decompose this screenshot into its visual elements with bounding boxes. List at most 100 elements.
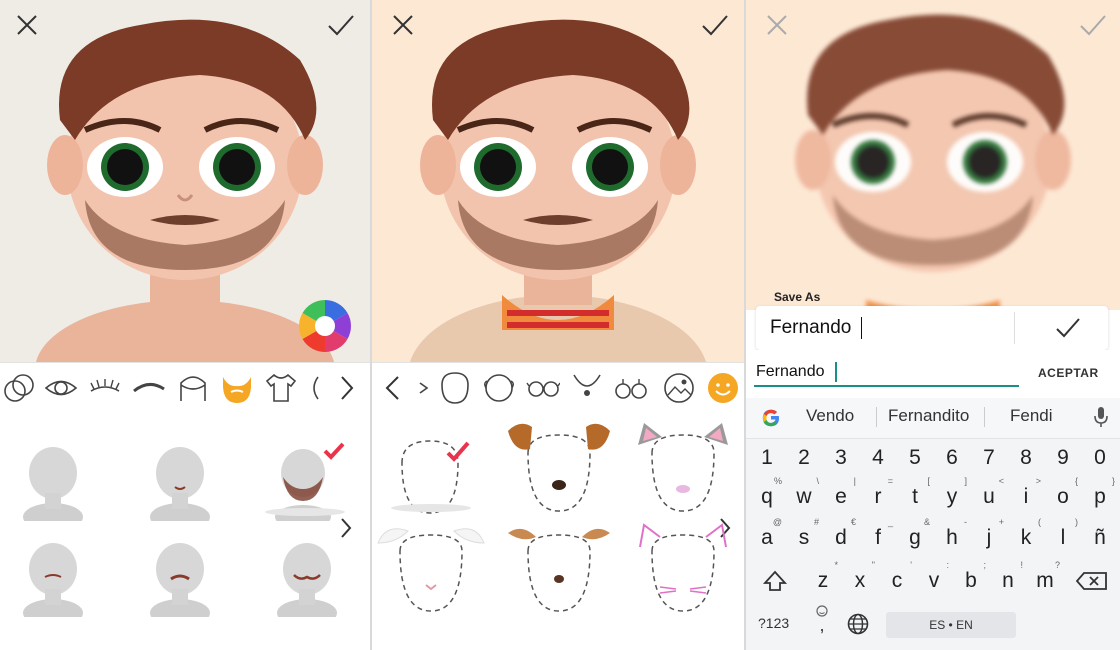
checkmark-icon[interactable] bbox=[326, 10, 356, 40]
key-alt: \ bbox=[816, 476, 819, 486]
eye-icon[interactable] bbox=[44, 371, 78, 405]
key-u[interactable]: u < bbox=[972, 476, 1006, 514]
shift-icon[interactable] bbox=[754, 564, 796, 598]
suggestion-1[interactable]: Vendo bbox=[806, 406, 854, 426]
beard-option-goatee[interactable] bbox=[145, 441, 215, 521]
close-icon[interactable] bbox=[12, 10, 42, 40]
key-z[interactable]: z * bbox=[806, 560, 840, 598]
key-y[interactable]: y] bbox=[935, 476, 969, 514]
key-e[interactable]: e | bbox=[824, 476, 858, 514]
glasses-icon[interactable] bbox=[526, 371, 560, 405]
key-f[interactable]: f _ bbox=[861, 517, 895, 555]
necklace-icon[interactable] bbox=[570, 371, 604, 405]
key-4[interactable]: 4 bbox=[861, 441, 895, 475]
key-x[interactable]: x " bbox=[843, 560, 877, 598]
key-n-tilde[interactable]: ñ bbox=[1083, 521, 1117, 555]
face-shape-icon[interactable] bbox=[438, 371, 472, 405]
checkmark-icon[interactable] bbox=[1054, 315, 1082, 341]
key-2[interactable]: 2 bbox=[787, 441, 821, 475]
suggestion-3[interactable]: Fendi bbox=[1010, 406, 1053, 426]
save-as-dialog: Fernando bbox=[756, 306, 1108, 350]
shirt-icon[interactable] bbox=[264, 371, 298, 405]
save-as-panel: Save As Fernando Fernando ACEPTAR Vendo … bbox=[746, 0, 1120, 650]
filter-option-bunny[interactable] bbox=[376, 521, 486, 621]
key-j[interactable]: j + bbox=[972, 517, 1006, 555]
key-alt: ' bbox=[910, 560, 912, 570]
beard-icon[interactable] bbox=[220, 371, 254, 405]
key-alt: _ bbox=[887, 517, 893, 527]
key-v[interactable]: v: bbox=[917, 560, 951, 598]
beard-option-none[interactable] bbox=[18, 441, 88, 521]
key-m[interactable]: m? bbox=[1028, 560, 1062, 598]
accept-button[interactable]: ACEPTAR bbox=[1038, 366, 1099, 380]
key-alt: ) bbox=[1075, 517, 1078, 527]
beard-option-mustache-thin[interactable] bbox=[18, 537, 88, 617]
spacebar[interactable]: ES • EN bbox=[886, 612, 1016, 638]
key-w[interactable]: w \ bbox=[787, 476, 821, 514]
ears-icon[interactable] bbox=[482, 371, 516, 405]
key-alt: > bbox=[1035, 476, 1041, 486]
key-5[interactable]: 5 bbox=[898, 441, 932, 475]
key-i[interactable]: i > bbox=[1009, 476, 1043, 514]
checkmark-icon[interactable] bbox=[1078, 10, 1108, 40]
beard-option-mustache[interactable] bbox=[145, 537, 215, 617]
key-6[interactable]: 6 bbox=[935, 441, 969, 475]
skin-tone-icon[interactable] bbox=[2, 371, 36, 405]
save-as-label: Save As bbox=[774, 290, 821, 304]
face-filter-icon[interactable] bbox=[706, 371, 740, 405]
text-input-value[interactable]: Fernando bbox=[756, 363, 825, 381]
key-d[interactable]: d € bbox=[824, 517, 858, 555]
key-3[interactable]: 3 bbox=[824, 441, 858, 475]
color-wheel-icon[interactable] bbox=[297, 298, 353, 354]
input-underline bbox=[754, 385, 1019, 387]
save-as-name-field[interactable]: Fernando bbox=[770, 317, 851, 339]
filter-option-dog[interactable] bbox=[504, 419, 614, 519]
google-icon[interactable] bbox=[760, 407, 782, 429]
key-1[interactable]: 1 bbox=[750, 441, 784, 475]
filter-option-deer[interactable] bbox=[504, 521, 614, 621]
key-k[interactable]: k( bbox=[1009, 517, 1043, 555]
hair-icon[interactable] bbox=[176, 371, 210, 405]
key-7[interactable]: 7 bbox=[972, 441, 1006, 475]
key-s[interactable]: s # bbox=[787, 517, 821, 555]
beard-option-handlebar[interactable] bbox=[272, 537, 342, 617]
key-o[interactable]: o{ bbox=[1046, 476, 1080, 514]
key-0[interactable]: 0 bbox=[1083, 441, 1117, 475]
filter-option-cat-outline[interactable] bbox=[628, 521, 738, 621]
key-alt: & bbox=[923, 517, 930, 527]
key-q[interactable]: q% bbox=[750, 476, 784, 514]
chevron-left-icon[interactable] bbox=[380, 371, 404, 405]
background-image-icon[interactable] bbox=[662, 371, 696, 405]
key-n[interactable]: n! bbox=[991, 560, 1025, 598]
close-icon[interactable] bbox=[762, 10, 792, 40]
key-a[interactable]: a @ bbox=[750, 517, 784, 555]
key-r[interactable]: r = bbox=[861, 476, 895, 514]
key-alt: : bbox=[946, 560, 949, 570]
key-label: o bbox=[1057, 485, 1069, 508]
earrings-icon[interactable] bbox=[614, 371, 648, 405]
key-b[interactable]: b; bbox=[954, 560, 988, 598]
key-9[interactable]: 9 bbox=[1046, 441, 1080, 475]
filter-option-cat[interactable] bbox=[628, 419, 738, 519]
key-8[interactable]: 8 bbox=[1009, 441, 1043, 475]
nose-icon[interactable] bbox=[412, 371, 434, 405]
close-icon[interactable] bbox=[388, 10, 418, 40]
microphone-icon[interactable] bbox=[1092, 405, 1110, 429]
checkmark-icon[interactable] bbox=[700, 10, 730, 40]
globe-icon[interactable] bbox=[846, 612, 870, 636]
chevron-right-icon[interactable] bbox=[330, 371, 364, 405]
emoji-comma-key[interactable]: , bbox=[808, 604, 836, 638]
key-p[interactable]: p} bbox=[1083, 476, 1117, 514]
symbols-key[interactable]: ?123 bbox=[758, 615, 789, 631]
key-label: f bbox=[875, 526, 881, 549]
more-tools-partial-icon bbox=[306, 371, 322, 405]
eyelashes-icon[interactable] bbox=[88, 371, 122, 405]
key-h[interactable]: h- bbox=[935, 517, 969, 555]
suggestion-2[interactable]: Fernandito bbox=[888, 406, 969, 426]
key-g[interactable]: g & bbox=[898, 517, 932, 555]
eyebrow-icon[interactable] bbox=[132, 371, 166, 405]
key-c[interactable]: c ' bbox=[880, 560, 914, 598]
key-t[interactable]: t[ bbox=[898, 476, 932, 514]
key-l[interactable]: l) bbox=[1046, 517, 1080, 555]
backspace-icon[interactable] bbox=[1072, 564, 1114, 598]
